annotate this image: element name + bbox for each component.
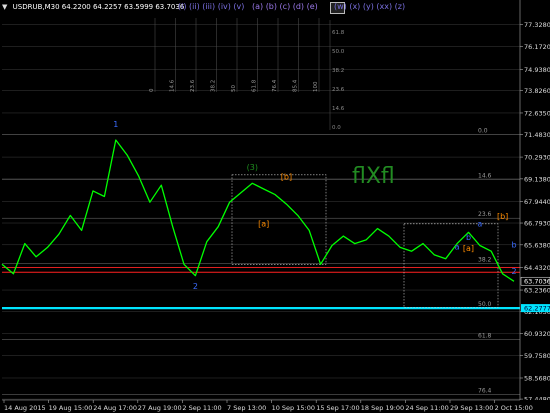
time-axis-label: 29 Sep 13:00 — [450, 404, 493, 412]
fib-top-label: 61.8 — [252, 79, 258, 92]
price-axis-label: 69.1380 — [524, 175, 550, 183]
fib-top-label: 38.2 — [211, 80, 217, 92]
fib-label: 14.6 — [478, 173, 492, 180]
fib-label: 76.4 — [478, 387, 492, 394]
price-axis-label: 73.8260 — [524, 87, 550, 95]
wave-mark: a — [455, 242, 460, 251]
wave-mark: [b] — [497, 212, 508, 221]
fib-side-label: 61.8 — [332, 30, 345, 36]
fib-side-label: 0.0 — [332, 125, 341, 131]
time-axis-label: 10 Sep 15:00 — [272, 404, 315, 412]
chart-background — [0, 0, 550, 413]
time-axis-label: 7 Sep 13:00 — [227, 404, 266, 412]
arrow-down-icon: ▼ — [2, 3, 8, 11]
wave-mark: b — [511, 240, 516, 249]
fib-label: 23.6 — [478, 211, 492, 218]
time-axis-label: 19 Aug 15:00 — [49, 404, 93, 412]
wave-mark: 2 — [193, 282, 198, 291]
wave-mark: (3) — [247, 163, 258, 172]
header-symbol: USDRUB,M30 — [12, 3, 60, 11]
chart-header: ▼ USDRUB,M30 64.2200 64.2257 63.5999 63.… — [2, 3, 184, 11]
fib-top-label: 100 — [313, 81, 319, 92]
price-axis-label: 71.4830 — [524, 131, 550, 139]
price-axis-label: 77.3280 — [524, 21, 550, 29]
wave-mark: 1 — [113, 120, 118, 129]
price-axis-label: 70.2930 — [524, 154, 550, 162]
logo-text: flXfl — [352, 164, 395, 189]
price-axis-label: 59.7580 — [524, 352, 550, 360]
price-axis-label: 72.6350 — [524, 109, 550, 117]
wave-mark: [b] — [281, 173, 292, 182]
price-axis-label: 67.9440 — [524, 198, 550, 206]
time-axis-label: 24 Aug 17:00 — [93, 404, 137, 412]
fib-side-label: 23.6 — [332, 87, 345, 93]
price-axis-label: 63.2360 — [524, 287, 550, 295]
price-axis-label: 76.1720 — [524, 43, 550, 51]
fib-top-label: 85.4 — [293, 79, 299, 92]
fib-top-label: 50 — [231, 85, 237, 92]
wave-labels-roman[interactable]: (i) (ii) (iii) (iv) (v) — [178, 2, 244, 11]
fib-top-label: 0 — [149, 88, 155, 92]
wave-labels-wxyz[interactable]: (w) (x) (y) (xx) (z) — [334, 2, 405, 11]
fib-side-label: 38.2 — [332, 68, 344, 74]
price-chart[interactable]: 0.0 14.6 23.6 38.2 50.0 61.8 76.4 0 14.6 23.6 38.2… — [0, 0, 550, 413]
time-axis-label: 15 Sep 17:00 — [316, 404, 359, 412]
header-open: 64.2200 — [61, 3, 91, 11]
fib-top-label: 23.6 — [190, 79, 196, 92]
price-axis-label: 74.9380 — [524, 66, 550, 74]
time-axis-label: 18 Sep 19:00 — [361, 404, 404, 412]
last-price-label: 63.7036 — [524, 278, 550, 286]
fib-label: 61.8 — [478, 333, 492, 340]
price-axis-label: 65.6380 — [524, 241, 550, 249]
fib-side-label: 50.0 — [332, 49, 345, 55]
wave-mark: [a] — [463, 244, 474, 253]
price-axis-panel — [520, 0, 550, 413]
fib-side-label: 14.6 — [332, 106, 345, 112]
wave-mark: b — [466, 233, 471, 242]
price-axis-label: 64.4320 — [524, 264, 550, 272]
header-high: 64.2257 — [92, 3, 122, 11]
price-axis-label: 60.9320 — [524, 330, 550, 338]
fib-top-label: 76.4 — [272, 79, 278, 92]
wave-mark: a — [477, 220, 482, 229]
wave-labels-letters[interactable]: (a) (b) (c) (d) (e) — [252, 2, 318, 11]
wave-mark: 2 — [511, 267, 516, 276]
wave-mark: [a] — [258, 220, 269, 229]
fib-top-label: 14.6 — [170, 79, 176, 92]
price-axis-label: 66.7930 — [524, 220, 550, 228]
price-axis-label: 58.5680 — [524, 374, 550, 382]
time-axis-label: 27 Aug 19:00 — [138, 404, 182, 412]
header-low: 63.5999 — [124, 3, 154, 11]
time-axis-label: 2 Sep 11:00 — [182, 404, 221, 412]
time-axis-label: 14 Aug 2015 — [4, 404, 46, 412]
time-axis-label: 2 Oct 15:00 — [495, 404, 533, 412]
time-axis-label: 24 Sep 11:00 — [405, 404, 448, 412]
fib-label: 0.0 — [478, 128, 488, 135]
fib-label: 38.2 — [478, 256, 492, 263]
cyan-level-label: 62.2777 — [524, 305, 550, 313]
